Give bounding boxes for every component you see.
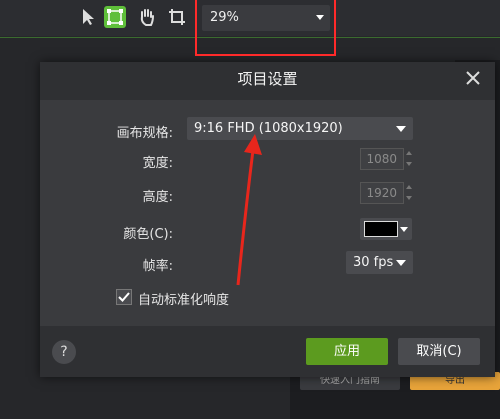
annotation-arrow-icon (236, 134, 262, 286)
